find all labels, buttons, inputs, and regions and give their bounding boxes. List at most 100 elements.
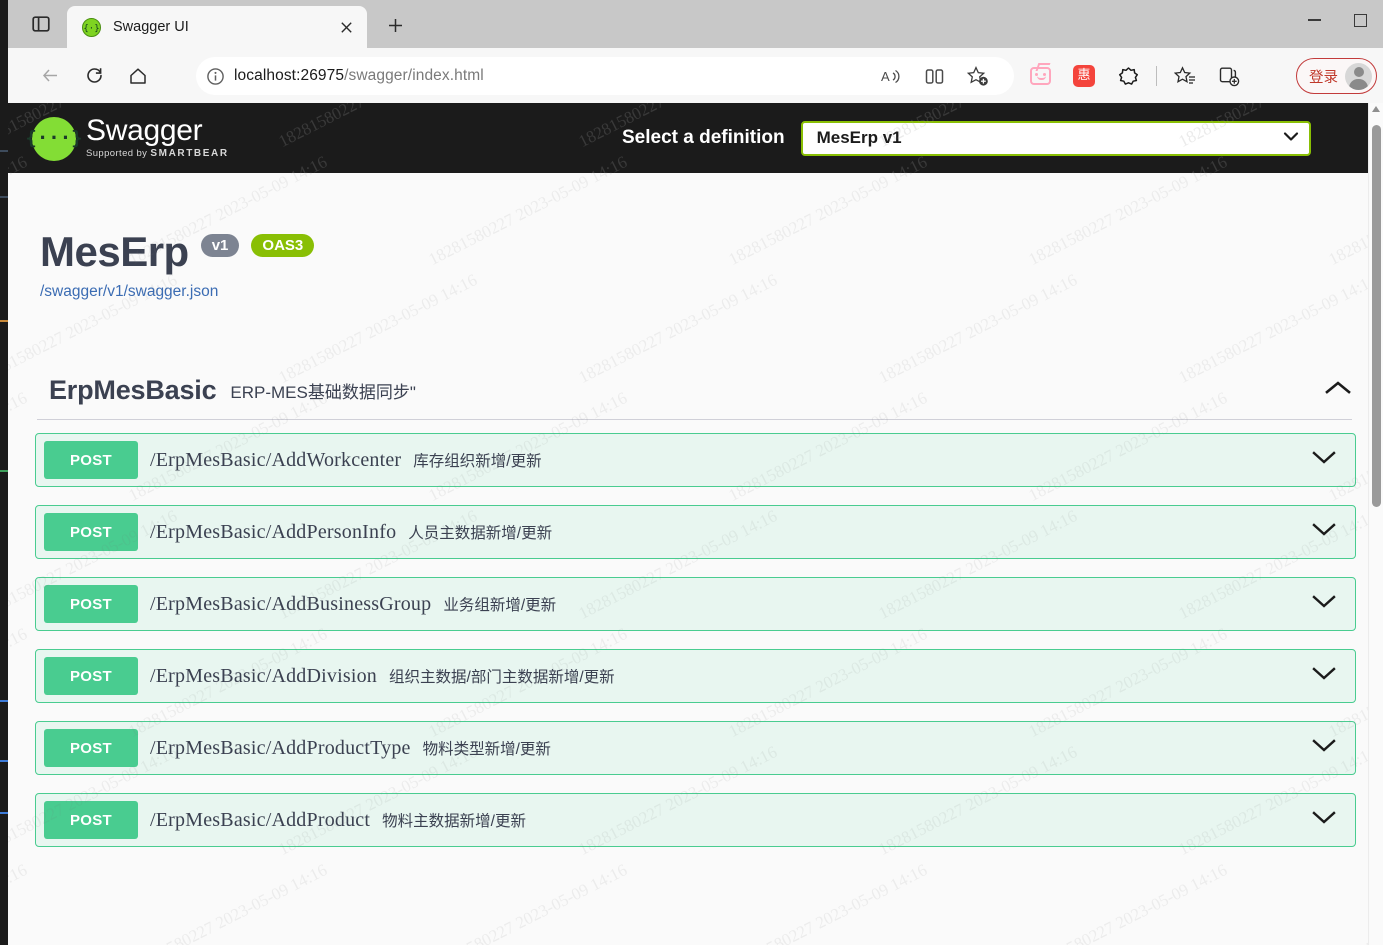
- tag-header[interactable]: ErpMesBasic ERP-MES基础数据同步": [21, 364, 1370, 416]
- swagger-tagline-brand: SMARTBEAR: [150, 147, 229, 159]
- tab-actions-icon[interactable]: [24, 11, 58, 37]
- maximize-button[interactable]: [1337, 0, 1383, 40]
- version-badge: v1: [200, 233, 240, 257]
- swagger-logo-glyph: {···}: [25, 127, 83, 149]
- minimize-button[interactable]: [1291, 0, 1337, 40]
- browser-tab[interactable]: {·} Swagger UI: [67, 6, 367, 48]
- operation-summary: 物料主数据新增/更新: [382, 813, 526, 830]
- coupon-extension-glyph: 惠: [1073, 65, 1095, 87]
- sign-in-button[interactable]: 登录: [1296, 58, 1377, 94]
- avatar[interactable]: [1345, 62, 1372, 90]
- swagger-logo-icon: {···}: [25, 116, 83, 161]
- operation-row[interactable]: POST /ErpMesBasic/AddPersonInfo 人员主数据新增/…: [35, 505, 1356, 559]
- operation-path: /ErpMesBasic/AddPersonInfo: [150, 520, 397, 543]
- chevron-down-icon[interactable]: [1311, 738, 1337, 758]
- definition-selector-label: Select a definition: [622, 127, 785, 148]
- operation-row[interactable]: POST /ErpMesBasic/AddDivision 组织主数据/部门主数…: [35, 649, 1356, 703]
- operation-path: /ErpMesBasic/AddDivision: [150, 664, 378, 687]
- chevron-down-icon[interactable]: [1311, 810, 1337, 830]
- http-method-badge: POST: [44, 657, 138, 695]
- window-controls: [1291, 0, 1383, 48]
- tag-section-erpmesbasic: ErpMesBasic ERP-MES基础数据同步" POST /ErpMesB…: [21, 364, 1370, 847]
- api-info: MesErp v1 OAS3 /swagger/v1/swagger.json: [8, 173, 1383, 301]
- tv-extension-icon[interactable]: [1021, 57, 1059, 95]
- home-button[interactable]: [118, 58, 158, 94]
- tag-description: ERP-MES基础数据同步": [230, 382, 416, 402]
- definition-select-value: MesErp v1: [816, 128, 902, 147]
- swagger-tagline-prefix: Supported by: [86, 147, 148, 159]
- address-host: localhost:26975: [234, 67, 345, 84]
- http-method-badge: POST: [44, 513, 138, 551]
- collections-icon[interactable]: [1210, 57, 1248, 95]
- oas-badge: OAS3: [251, 233, 315, 257]
- watermark-text: 18281580227 2023-05-09 14:16: [725, 860, 931, 945]
- tab-strip: {·} Swagger UI: [8, 0, 1383, 48]
- tab-title: Swagger UI: [113, 19, 189, 35]
- address-path: /swagger/index.html: [344, 67, 484, 84]
- swagger-topbar: {···} Swagger Supported by SMARTBEAR Sel…: [8, 103, 1383, 173]
- chevron-down-icon: [1283, 129, 1299, 147]
- operation-path: /ErpMesBasic/AddBusinessGroup: [150, 592, 432, 615]
- page-scrollbar[interactable]: [1368, 103, 1383, 945]
- chevron-down-icon[interactable]: [1311, 450, 1337, 470]
- http-method-badge: POST: [44, 441, 138, 479]
- new-tab-button[interactable]: [380, 11, 410, 39]
- chevron-down-icon[interactable]: [1311, 594, 1337, 614]
- http-method-badge: POST: [44, 729, 138, 767]
- read-aloud-icon[interactable]: A: [871, 57, 909, 95]
- operation-row[interactable]: POST /ErpMesBasic/AddWorkcenter 库存组织新增/更…: [35, 433, 1356, 487]
- operation-path: /ErpMesBasic/AddWorkcenter: [150, 448, 402, 471]
- http-method-badge: POST: [44, 585, 138, 623]
- info-circle-icon[interactable]: [196, 57, 234, 95]
- operation-summary: 人员主数据新增/更新: [408, 525, 553, 542]
- page-title: MesErp: [40, 228, 189, 275]
- page-viewport: {···} Swagger Supported by SMARTBEAR Sel…: [8, 103, 1383, 945]
- toolbar-divider: [1156, 66, 1157, 86]
- operation-row[interactable]: POST /ErpMesBasic/AddProduct 物料主数据新增/更新: [35, 793, 1356, 847]
- watermark-text: 18281580227 2023-05-09 14:16: [8, 860, 31, 945]
- definition-selector-group: Select a definition MesErp v1: [622, 103, 1311, 173]
- http-method-badge: POST: [44, 801, 138, 839]
- swagger-wordmark: Swagger: [86, 113, 203, 147]
- tag-name: ErpMesBasic: [49, 374, 217, 405]
- chevron-down-icon[interactable]: [1311, 522, 1337, 542]
- operation-summary: 业务组新增/更新: [443, 597, 557, 614]
- operation-list: POST /ErpMesBasic/AddWorkcenter 库存组织新增/更…: [35, 433, 1356, 847]
- extension-group: 惠: [1018, 57, 1251, 95]
- reload-button[interactable]: [74, 58, 114, 94]
- browser-essentials-icon[interactable]: [1109, 57, 1147, 95]
- swagger-tagline: Supported by SMARTBEAR: [86, 148, 229, 159]
- scroll-up-arrow-icon[interactable]: [1372, 106, 1380, 112]
- spec-url-link[interactable]: /swagger/v1/swagger.json: [40, 283, 218, 301]
- scrollbar-thumb[interactable]: [1372, 125, 1381, 507]
- operation-path: /ErpMesBasic/AddProductType: [150, 736, 411, 759]
- split-screen-icon[interactable]: [915, 57, 953, 95]
- swagger-content: MesErp v1 OAS3 /swagger/v1/swagger.json …: [8, 173, 1383, 847]
- watermark-text: 18281580227 2023-05-09 14:16: [425, 860, 631, 945]
- svg-text:{·}: {·}: [83, 24, 99, 34]
- svg-text:A: A: [881, 69, 890, 84]
- watermark-text: 18281580227 2023-05-09 14:16: [1025, 860, 1231, 945]
- add-favorite-icon[interactable]: [959, 57, 997, 95]
- swagger-logo[interactable]: {···} Swagger Supported by SMARTBEAR: [25, 113, 229, 161]
- watermark-text: 18281580227 2023-05-09 14:16: [125, 860, 331, 945]
- operation-row[interactable]: POST /ErpMesBasic/AddProductType 物料类型新增/…: [35, 721, 1356, 775]
- chevron-up-icon[interactable]: [1324, 380, 1352, 401]
- operation-summary: 库存组织新增/更新: [413, 453, 542, 470]
- browser-window: {·} Swagger UI localhost:26975/swagger/i…: [8, 0, 1383, 945]
- operation-summary: 物料类型新增/更新: [422, 741, 551, 758]
- tag-divider: [37, 419, 1352, 420]
- operation-summary: 组织主数据/部门主数据新增/更新: [389, 669, 615, 686]
- definition-select[interactable]: MesErp v1: [800, 120, 1311, 156]
- background-window-sliver: [0, 0, 8, 945]
- favorites-icon[interactable]: [1166, 57, 1204, 95]
- coupon-extension-icon[interactable]: 惠: [1065, 57, 1103, 95]
- back-button[interactable]: [30, 58, 70, 94]
- chevron-down-icon[interactable]: [1311, 666, 1337, 686]
- omnibox-action-group: A: [868, 57, 1000, 95]
- browser-toolbar: localhost:26975/swagger/index.html A 惠 登…: [8, 48, 1383, 103]
- close-icon[interactable]: [333, 14, 359, 40]
- operation-row[interactable]: POST /ErpMesBasic/AddBusinessGroup 业务组新增…: [35, 577, 1356, 631]
- sign-in-label: 登录: [1309, 69, 1338, 86]
- swagger-favicon: {·}: [81, 17, 101, 37]
